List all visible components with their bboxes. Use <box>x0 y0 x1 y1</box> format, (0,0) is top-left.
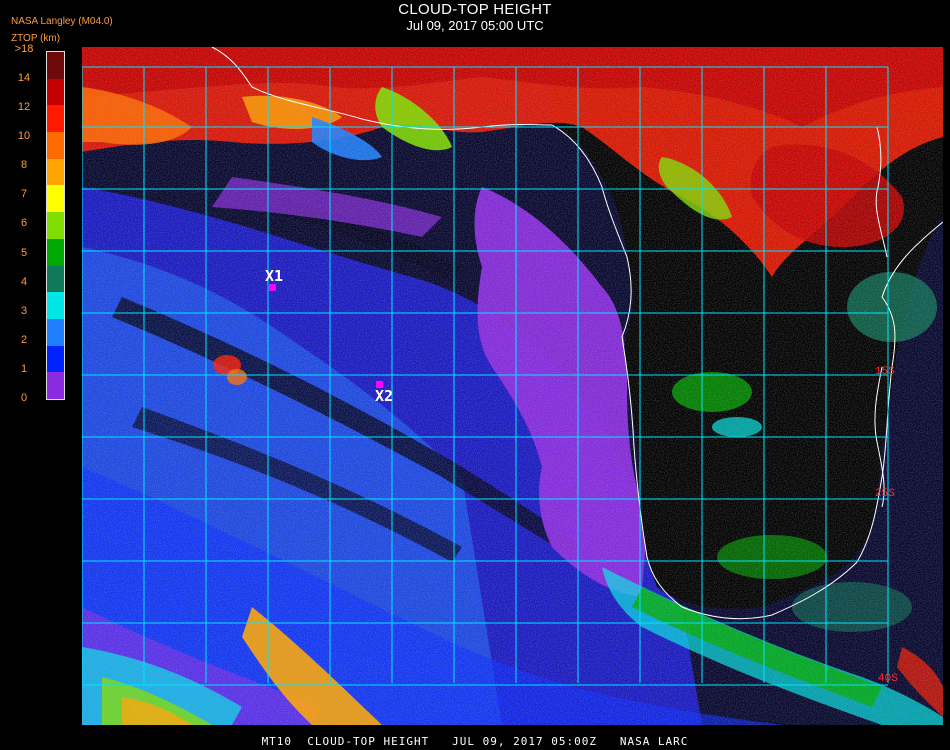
colorbar-segment <box>47 105 64 133</box>
colorbar-tick-label: 7 <box>20 188 28 201</box>
colorbar <box>46 51 65 400</box>
colorbar-segment <box>47 318 64 347</box>
colorbar-segment <box>47 78 64 106</box>
colorbar-segment <box>47 158 64 186</box>
colorbar-tick-label: 6 <box>20 217 28 230</box>
colorbar-segment <box>47 372 64 400</box>
lat-label-15s: 15S <box>875 366 895 378</box>
colorbar-tick-label: 12 <box>17 101 31 114</box>
colorbar-tick-label: >18 <box>14 43 34 55</box>
colorbar-tick-label: 4 <box>20 275 28 288</box>
map-date: Jul 09, 2017 05:00 UTC <box>406 18 544 33</box>
colorbar-tick-label: 1 <box>20 362 28 375</box>
colorbar-segment <box>47 265 64 293</box>
colorbar-segment <box>47 345 64 373</box>
colorbar-tick-label: 2 <box>20 333 28 346</box>
cloud-top-height-map: X1 X2 15S 25S 40S <box>82 47 943 725</box>
colorbar-segment <box>47 212 64 240</box>
colorbar-segment <box>47 52 64 80</box>
colorbar-segment <box>47 185 64 213</box>
colorbar-segment <box>47 292 64 320</box>
marker-x2-label: X2 <box>375 387 394 405</box>
lat-label-40s: 40S <box>878 673 898 685</box>
marker-x1-label: X1 <box>265 267 284 285</box>
map-title: CLOUD-TOP HEIGHT <box>398 1 552 18</box>
colorbar-tick-label: 8 <box>20 159 28 172</box>
lat-label-25s: 25S <box>875 488 895 500</box>
colorbar-tick-label: 3 <box>20 304 28 317</box>
map-canvas <box>82 47 943 725</box>
marker-x1-dot <box>269 284 276 291</box>
colorbar-segment <box>47 238 64 267</box>
footer-caption: MT10 CLOUD-TOP HEIGHT JUL 09, 2017 05:00… <box>261 735 689 748</box>
source-label: NASA Langley (M04.0) <box>11 16 113 27</box>
colorbar-tick-label: 14 <box>17 72 31 85</box>
colorbar-tick-label: 5 <box>20 246 28 259</box>
colorbar-tick-label: 0 <box>20 391 28 404</box>
colorbar-segment <box>47 132 64 160</box>
colorbar-tick-label: 10 <box>17 130 31 143</box>
